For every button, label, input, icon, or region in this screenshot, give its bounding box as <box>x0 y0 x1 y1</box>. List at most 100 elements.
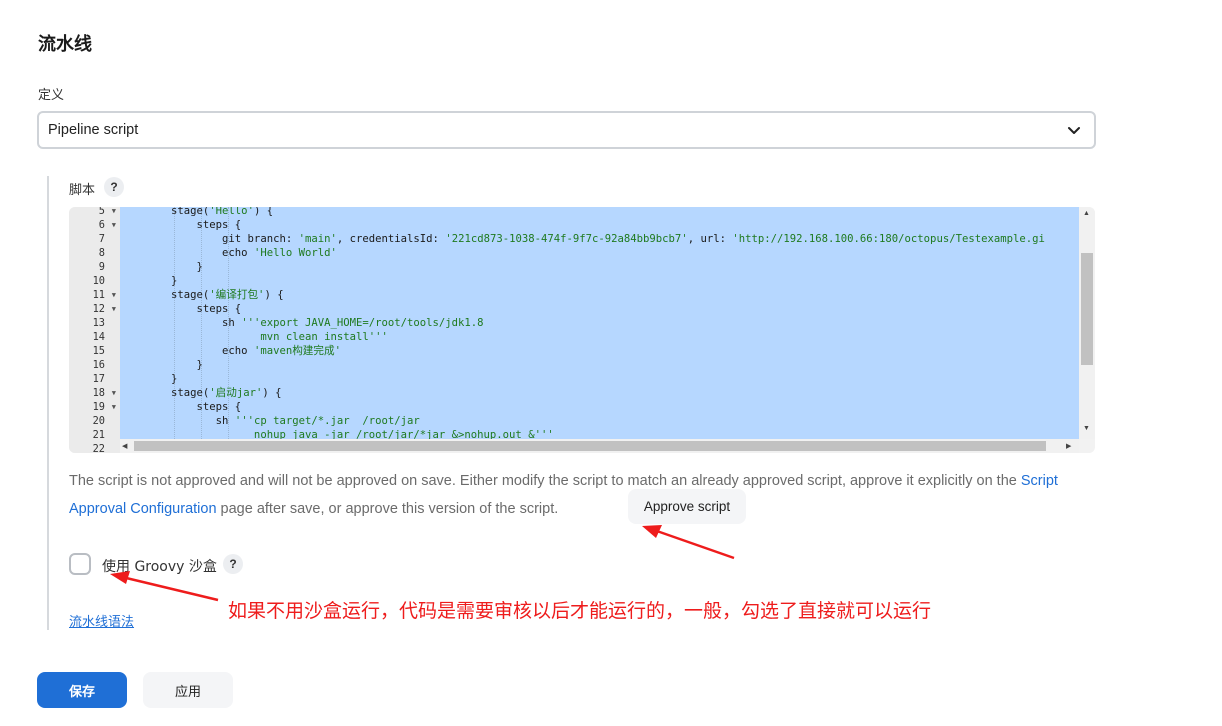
script-editor[interactable]: 5 ▼ 6 ▼ 7 8 9 10 11 ▼ 12 ▼ 13 14 15 16 17 18 ▼ 19 ▼ 20 21 22 st… <box>69 207 1095 453</box>
line-number-text: 9 <box>98 261 105 273</box>
approve-script-button[interactable]: Approve script <box>628 489 746 524</box>
code-string: '221cd873-1038-474f-9f7c-92a84bb9bcb7' <box>445 233 688 245</box>
code-line: echo 'maven构建完成' <box>120 344 1079 358</box>
line-number-text: 20 <box>92 415 105 427</box>
definition-select[interactable]: Pipeline script <box>37 111 1096 149</box>
line-number-text: 19 <box>92 401 105 413</box>
sandbox-label: 使用 Groovy 沙盒 <box>102 559 217 575</box>
code-string: '''export JAVA_HOME=/root/tools/jdk1.8 <box>241 317 484 329</box>
scroll-right-icon[interactable]: ▶ <box>1066 442 1071 450</box>
fold-toggle-icon[interactable]: ▼ <box>112 400 116 414</box>
code-text: steps { <box>120 219 242 231</box>
code-line: stage('Hello') { <box>120 207 1079 218</box>
editor-horizontal-scrollbar[interactable]: ◀ ▶ <box>120 439 1079 453</box>
approval-text-after: page after save, or approve this version… <box>216 501 559 517</box>
line-number: 14 <box>69 330 120 344</box>
horizontal-scroll-thumb[interactable] <box>134 441 1046 451</box>
definition-select-value: Pipeline script <box>48 122 139 138</box>
scroll-down-icon[interactable]: ▼ <box>1083 425 1090 432</box>
line-number: 6 ▼ <box>69 218 120 232</box>
approval-text-before: The script is not approved and will not … <box>69 473 1021 489</box>
line-number-text: 6 <box>98 219 105 231</box>
line-number-text: 10 <box>92 275 105 287</box>
fold-toggle-icon[interactable]: ▼ <box>112 207 116 218</box>
code-text: , credentialsId: <box>336 233 446 245</box>
script-help-icon[interactable]: ? <box>104 177 124 197</box>
save-button[interactable]: 保存 <box>37 672 127 708</box>
code-text: } <box>120 275 178 287</box>
sandbox-checkbox[interactable] <box>69 553 91 575</box>
code-text: sh <box>120 415 235 427</box>
line-number: 5 ▼ <box>69 207 120 218</box>
code-line: steps { <box>120 218 1079 232</box>
line-number: 18 ▼ <box>69 386 120 400</box>
line-number: 9 <box>69 260 120 274</box>
fold-toggle-icon[interactable]: ▼ <box>112 288 116 302</box>
code-line: } <box>120 372 1079 386</box>
code-line: } <box>120 260 1079 274</box>
code-text: , url: <box>687 233 733 245</box>
code-text: stage( <box>120 289 210 301</box>
line-number-text: 15 <box>92 345 105 357</box>
section-title: 流水线 <box>38 34 92 55</box>
indent-bar <box>47 176 49 630</box>
line-number-text: 7 <box>98 233 105 245</box>
code-text: } <box>120 261 203 273</box>
code-line: echo 'Hello World' <box>120 246 1079 260</box>
line-number-text: 21 <box>92 429 105 441</box>
code-string: '启动jar' <box>209 387 263 399</box>
line-number: 13 <box>69 316 120 330</box>
code-string: 'Hello World' <box>253 247 337 259</box>
code-text: echo <box>120 247 254 259</box>
line-number: 12 ▼ <box>69 302 120 316</box>
annotation-arrow-approve <box>642 525 735 560</box>
line-number: 21 <box>69 428 120 442</box>
scroll-up-icon[interactable]: ▲ <box>1083 210 1090 217</box>
editor-vertical-scrollbar[interactable]: ▲ ▼ <box>1079 207 1095 439</box>
code-string: 'maven构建完成' <box>253 345 341 357</box>
code-string: 'Hello' <box>209 207 254 217</box>
line-number-text: 13 <box>92 317 105 329</box>
code-line: stage('启动jar') { <box>120 386 1079 400</box>
code-line: steps { <box>120 302 1079 316</box>
editor-code-area[interactable]: stage('Hello') { steps { git branch: 'ma… <box>120 207 1079 439</box>
pipeline-syntax-link[interactable]: 流水线语法 <box>69 611 134 630</box>
sandbox-help-icon[interactable]: ? <box>223 554 243 574</box>
line-number-text: 17 <box>92 373 105 385</box>
code-line: nohup java -jar /root/jar/*jar &>nohup.o… <box>120 428 1079 439</box>
script-label: 脚本 <box>69 183 96 198</box>
code-text: echo <box>120 345 254 357</box>
annotation-text: 如果不用沙盒运行，代码是需要审核以后才能运行的，一般，勾选了直接就可以运行 <box>228 600 932 622</box>
line-number: 19 ▼ <box>69 400 120 414</box>
code-line: git branch: 'main', credentialsId: '221c… <box>120 232 1079 246</box>
code-line: } <box>120 358 1079 372</box>
line-number: 8 <box>69 246 120 260</box>
code-line: sh '''export JAVA_HOME=/root/tools/jdk1.… <box>120 316 1079 330</box>
line-number: 10 <box>69 274 120 288</box>
code-text: steps { <box>120 303 242 315</box>
line-number-text: 11 <box>92 289 105 301</box>
scroll-left-icon[interactable]: ◀ <box>122 442 127 450</box>
approval-note: The script is not approved and will not … <box>69 467 1079 523</box>
apply-button[interactable]: 应用 <box>143 672 233 708</box>
code-text: } <box>120 373 178 385</box>
vertical-scroll-thumb[interactable] <box>1081 253 1093 365</box>
code-text: stage( <box>120 207 210 217</box>
code-text: ) { <box>253 207 274 217</box>
line-number-text: 18 <box>92 387 105 399</box>
line-number-text: 8 <box>98 247 105 259</box>
code-text: ) { <box>264 289 284 301</box>
line-number: 7 <box>69 232 120 246</box>
code-line: steps { <box>120 400 1079 414</box>
line-number: 17 <box>69 372 120 386</box>
line-number-text: 5 <box>98 207 105 217</box>
fold-toggle-icon[interactable]: ▼ <box>112 386 116 400</box>
line-number-text: 16 <box>92 359 105 371</box>
code-string: '''cp target/*.jar /root/jar <box>234 415 420 427</box>
fold-toggle-icon[interactable]: ▼ <box>112 218 116 232</box>
fold-toggle-icon[interactable]: ▼ <box>112 302 116 316</box>
line-number-text: 12 <box>92 303 105 315</box>
code-string: nohup java -jar /root/jar/*jar &>nohup.o… <box>120 429 554 439</box>
code-string: 'http://192.168.100.66:180/octopus/Teste… <box>732 233 1045 245</box>
code-string: 'main' <box>298 233 337 245</box>
